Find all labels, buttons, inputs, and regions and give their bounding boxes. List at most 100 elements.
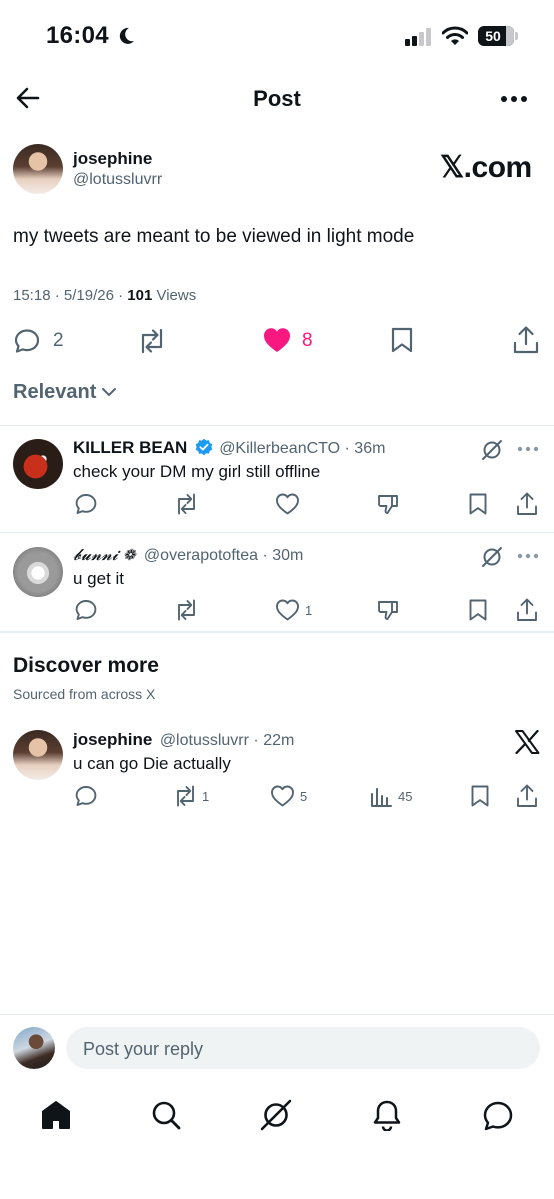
bookmark-button[interactable] <box>389 326 415 354</box>
like-button[interactable] <box>270 784 295 808</box>
status-time: 16:04 <box>46 22 109 49</box>
author-avatar[interactable] <box>13 144 63 194</box>
reply-time: 30m <box>272 547 304 564</box>
discover-header: josephine @lotussluvrr · 22m <box>73 730 295 749</box>
reply-button[interactable] <box>74 784 98 808</box>
like-button[interactable] <box>275 492 300 516</box>
post-text: my tweets are meant to be viewed in ligh… <box>13 226 415 247</box>
discover-text: u can go Die actually <box>73 754 231 773</box>
share-button[interactable] <box>515 783 539 809</box>
bookmark-button[interactable] <box>467 598 489 622</box>
sort-dropdown[interactable]: Relevant <box>13 381 96 404</box>
dislike-button[interactable] <box>376 598 400 622</box>
share-icon <box>513 326 539 354</box>
discover-subtitle: Sourced from across X <box>13 686 156 702</box>
retweet-icon <box>178 599 195 621</box>
bookmark-icon <box>391 327 413 353</box>
heart-icon <box>276 599 299 621</box>
reply-text: check your DM my girl still offline <box>73 462 321 481</box>
bookmark-icon <box>469 599 487 621</box>
analytics-button[interactable] <box>370 785 392 807</box>
source-badge: 𝕏.com <box>440 151 532 184</box>
like-count: 8 <box>302 330 313 351</box>
heart-icon <box>271 785 294 807</box>
retweet-button[interactable] <box>173 492 200 516</box>
home-icon[interactable] <box>40 1100 72 1130</box>
bookmark-icon <box>469 493 487 515</box>
bookmark-icon <box>471 785 489 807</box>
reply-header: 𝓫𝓾𝓷𝓷𝓲 ❁ @overapotoftea · 30m <box>73 545 304 564</box>
divider <box>0 1014 554 1015</box>
discover-handle[interactable]: @lotussluvrr <box>160 732 249 749</box>
reply-author-name[interactable]: 𝓫𝓾𝓷𝓷𝓲 ❁ <box>73 545 135 564</box>
reply-button[interactable] <box>13 327 41 355</box>
messages-icon[interactable] <box>482 1100 514 1132</box>
x-logo-icon <box>514 730 540 754</box>
views-label: Views <box>156 287 197 304</box>
heart-icon <box>264 328 290 352</box>
post-date: 5/19/26 <box>63 287 114 304</box>
author-handle[interactable]: @lotussluvrr <box>73 171 162 189</box>
discover-author-name[interactable]: josephine <box>73 730 152 749</box>
user-avatar[interactable] <box>13 1027 55 1069</box>
reply-time: 36m <box>354 440 386 457</box>
notifications-icon[interactable] <box>372 1099 402 1131</box>
reply-icon <box>14 329 40 353</box>
battery-indicator: 50 <box>478 26 514 46</box>
share-icon <box>517 492 537 515</box>
retweet-icon <box>141 328 163 354</box>
search-icon[interactable] <box>150 1099 182 1131</box>
reply-count: 2 <box>53 330 64 351</box>
chevron-down-icon[interactable] <box>101 387 117 397</box>
discover-avatar[interactable] <box>13 730 63 780</box>
more-icon[interactable] <box>500 95 528 103</box>
retweet-button[interactable] <box>136 327 168 355</box>
reply-icon <box>75 600 97 620</box>
grok-icon[interactable] <box>259 1098 293 1132</box>
bookmark-button[interactable] <box>469 784 491 808</box>
share-button[interactable] <box>515 597 539 623</box>
divider <box>0 532 554 533</box>
more-icon[interactable] <box>517 553 539 559</box>
like-button[interactable] <box>262 326 292 354</box>
reply-author-name[interactable]: KILLER BEAN <box>73 438 187 457</box>
more-icon[interactable] <box>517 446 539 452</box>
cellular-signal-icon <box>405 28 433 46</box>
battery-cap <box>515 32 518 40</box>
reply-handle[interactable]: @KillerbeanCTO <box>219 440 340 457</box>
bookmark-button[interactable] <box>467 492 489 516</box>
post-time: 15:18 <box>13 287 51 304</box>
reply-avatar[interactable] <box>13 547 63 597</box>
retweet-button[interactable] <box>172 784 199 808</box>
like-count: 5 <box>300 789 308 804</box>
divider <box>0 425 554 426</box>
dislike-icon <box>378 601 398 620</box>
retweet-button[interactable] <box>173 598 200 622</box>
reply-handle[interactable]: @overapotoftea <box>144 547 258 564</box>
reply-avatar[interactable] <box>13 439 63 489</box>
retweet-count: 1 <box>202 789 210 804</box>
author-name[interactable]: josephine <box>73 149 152 169</box>
view-count: 45 <box>398 789 413 804</box>
sort-label: Relevant <box>13 381 97 403</box>
page-title: Post <box>253 86 301 111</box>
share-button[interactable] <box>515 491 539 517</box>
reply-header: KILLER BEAN @KillerbeanCTO · 36m <box>73 438 386 457</box>
dislike-button[interactable] <box>376 492 400 516</box>
like-button[interactable] <box>275 598 300 622</box>
retweet-icon <box>178 493 195 515</box>
post-meta: 15:18 · 5/19/26 · 101 Views <box>13 287 197 304</box>
verified-badge-icon <box>195 438 213 456</box>
share-icon <box>517 598 537 621</box>
discover-title: Discover more <box>13 654 159 677</box>
reply-button[interactable] <box>74 598 98 622</box>
reply-button[interactable] <box>74 492 98 516</box>
wifi-icon <box>442 26 468 46</box>
share-button[interactable] <box>512 325 540 355</box>
heart-icon <box>276 493 299 515</box>
grok-icon[interactable] <box>480 545 504 569</box>
grok-icon[interactable] <box>480 438 504 462</box>
like-count: 1 <box>305 603 313 618</box>
views-count: 101 <box>127 287 153 304</box>
focus-moon-icon <box>116 26 136 46</box>
